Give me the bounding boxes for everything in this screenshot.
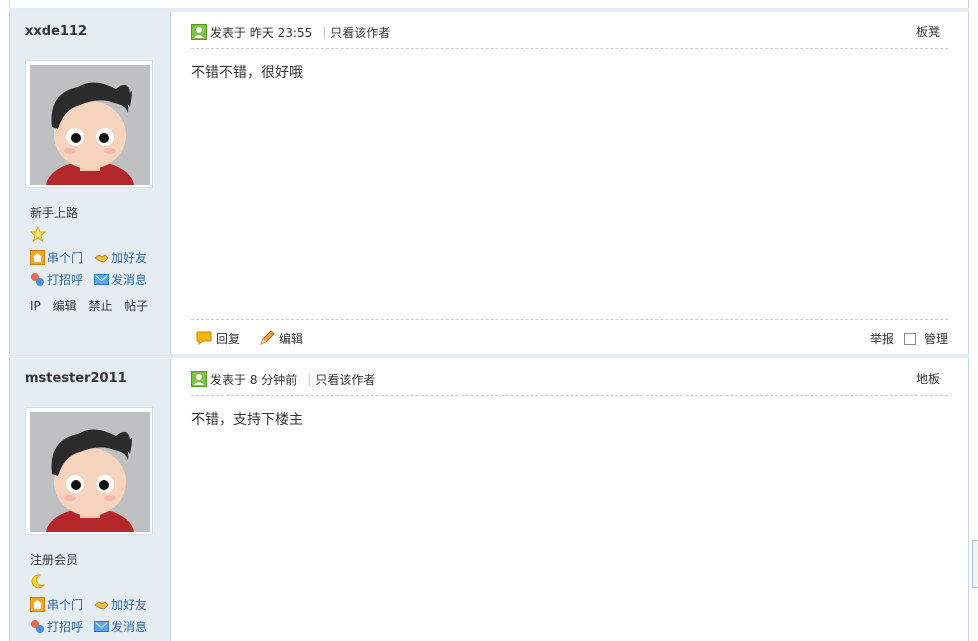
footer-divider [191, 319, 948, 320]
mail-icon [94, 621, 109, 632]
posted-time: 昨天 23:55 [249, 25, 313, 40]
post2-header: 发表于 8 分钟前 | 只看该作者 地板 [191, 367, 948, 391]
mail-icon [94, 274, 109, 285]
add-friend-label: 加好友 [111, 598, 148, 612]
post1-admin-links: IP 编辑 禁止 帖子 [30, 297, 156, 314]
greet-icon [31, 620, 44, 633]
reply-icon [196, 331, 212, 345]
post1-avatar[interactable] [25, 60, 153, 188]
reply-button[interactable]: 回复 [195, 330, 240, 347]
author-only-link[interactable]: 只看该作者 [330, 24, 390, 41]
left-border [9, 0, 10, 641]
header-divider [191, 48, 948, 49]
post1-message: 不错不错，很好哦 [191, 65, 303, 81]
reply-label: 回复 [216, 331, 241, 346]
edit-user-link[interactable]: 编辑 [53, 299, 77, 313]
divider: | [322, 25, 327, 39]
floor-label[interactable]: 板凳 [916, 23, 940, 40]
post2-user-group[interactable]: 注册会员 [30, 551, 78, 568]
avatar-image [30, 65, 150, 185]
home-icon [30, 250, 45, 265]
post1-add-friend-button[interactable]: 加好友 [94, 249, 147, 266]
floor-label[interactable]: 地板 [916, 370, 940, 387]
post2-greet-button[interactable]: 打招呼 [30, 618, 83, 635]
top-separator [9, 8, 969, 12]
home-icon [30, 597, 45, 612]
user-online-icon [191, 24, 207, 40]
post2-avatar[interactable] [25, 407, 153, 535]
ban-link[interactable]: 禁止 [88, 299, 112, 313]
post-separator [9, 354, 969, 358]
thread-view: xxde112 新手上路 串个门 加好友 打招呼 发消息 IP 编辑 禁止 帖子… [0, 0, 978, 641]
post2-message: 不错，支持下楼主 [191, 412, 303, 428]
greet-icon [31, 273, 44, 286]
post2-add-friend-button[interactable]: 加好友 [94, 596, 147, 613]
edit-label: 编辑 [279, 331, 304, 346]
moon-icon [30, 573, 46, 589]
handshake-icon [94, 601, 109, 610]
right-border [968, 0, 969, 641]
footer-right: 举报 管理 [870, 330, 948, 347]
greet-label: 打招呼 [47, 273, 84, 287]
posted-prefix: 发表于 [210, 372, 247, 387]
post1-header: 发表于 昨天 23:55 | 只看该作者 板凳 [191, 20, 948, 44]
manage-checkbox[interactable] [903, 332, 916, 345]
post2-visit-button[interactable]: 串个门 [30, 596, 83, 613]
post1-username[interactable]: xxde112 [25, 24, 87, 39]
pencil-icon [260, 330, 275, 345]
report-link[interactable]: 举报 [870, 330, 894, 347]
user-online-icon [191, 371, 207, 387]
divider: | [307, 372, 312, 386]
visit-label: 串个门 [47, 251, 84, 265]
post1-message-button[interactable]: 发消息 [94, 271, 147, 288]
posted-prefix: 发表于 [210, 25, 247, 40]
side-feedback-tab[interactable] [972, 540, 978, 588]
manage-label[interactable]: 管理 [924, 330, 948, 347]
star-icon [29, 225, 47, 243]
avatar-image [30, 412, 150, 532]
ip-link[interactable]: IP [30, 299, 41, 313]
handshake-icon [94, 254, 109, 263]
post1-greet-button[interactable]: 打招呼 [30, 271, 83, 288]
posts-link[interactable]: 帖子 [124, 299, 148, 313]
message-label: 发消息 [111, 620, 148, 634]
post2-username[interactable]: mstester2011 [25, 371, 127, 386]
add-friend-label: 加好友 [111, 251, 148, 265]
visit-label: 串个门 [47, 598, 84, 612]
post1-visit-button[interactable]: 串个门 [30, 249, 83, 266]
message-label: 发消息 [111, 273, 148, 287]
header-divider [191, 395, 948, 396]
edit-button[interactable]: 编辑 [258, 330, 303, 347]
post1-user-group[interactable]: 新手上路 [30, 204, 78, 221]
post2-message-button[interactable]: 发消息 [94, 618, 147, 635]
greet-label: 打招呼 [47, 620, 84, 634]
author-only-link[interactable]: 只看该作者 [315, 371, 375, 388]
posted-time: 8 分钟前 [249, 372, 298, 387]
post1-footer: 回复 编辑 举报 管理 [191, 327, 948, 349]
